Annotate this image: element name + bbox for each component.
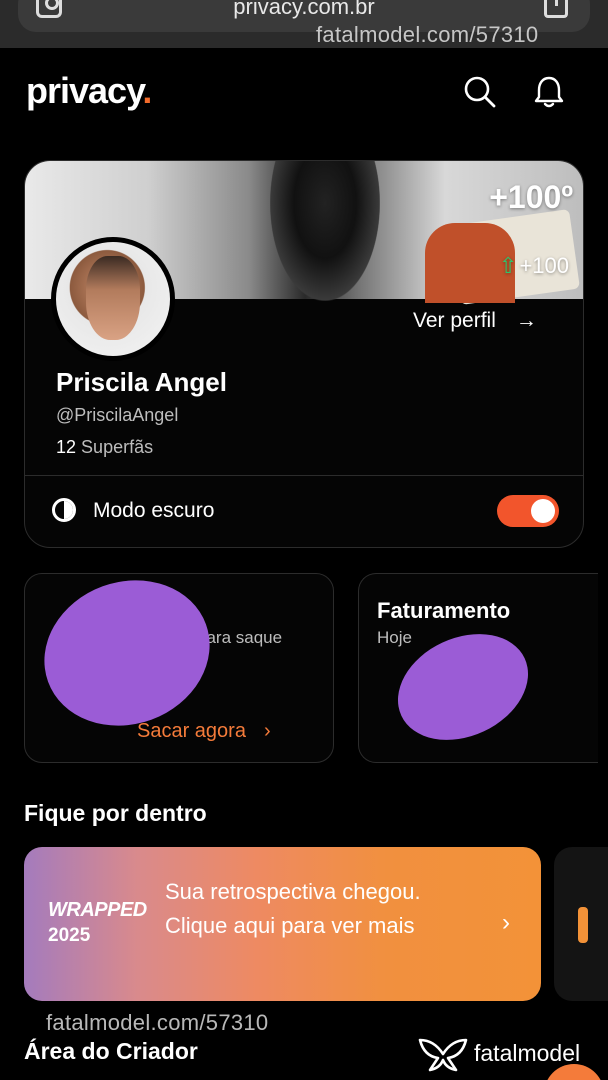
- view-profile-link[interactable]: Ver perfil →: [413, 309, 537, 333]
- chevron-right-icon: ›: [263, 720, 271, 742]
- section-title: Fique por dentro: [24, 800, 207, 826]
- wrapped-logo: WRAPPED: [48, 899, 147, 921]
- revenue-card[interactable]: Faturamento Hoje: [358, 573, 598, 763]
- cover-figure: [270, 161, 380, 301]
- profile-card: +100º ⇧+100 Ver perfil → Priscila Angel @…: [24, 160, 584, 548]
- bell-icon[interactable]: [531, 74, 567, 110]
- creator-area-title: Área do Criador: [24, 1038, 198, 1064]
- share-icon[interactable]: [544, 0, 568, 18]
- privacy-logo[interactable]: privacy.: [26, 70, 152, 112]
- divider: [25, 475, 583, 476]
- profile-name: Priscila Angel: [56, 367, 227, 397]
- revenue-title: Faturamento: [377, 598, 511, 623]
- wrapped-year: 2025: [48, 925, 91, 946]
- cover-badge-small: ⇧+100: [499, 253, 569, 278]
- withdraw-link[interactable]: Sacar agora ›: [137, 720, 271, 743]
- wrapped-banner[interactable]: WRAPPED 2025 Sua retrospectiva chegou. C…: [24, 847, 541, 1001]
- search-icon[interactable]: [462, 74, 498, 110]
- arrow-up-icon: ⇧: [499, 253, 518, 278]
- dark-mode-label: Modo escuro: [93, 499, 215, 522]
- fatalmodel-brand: fatalmodel: [474, 1040, 581, 1066]
- avatar[interactable]: [51, 237, 175, 361]
- arrow-right-icon: →: [515, 309, 537, 332]
- watermark-bottom: fatalmodel.com/57310: [46, 1010, 269, 1035]
- cover-badge-big: +100º: [489, 179, 573, 215]
- balance-card[interactable]: para saque Sacar agora ›: [24, 573, 334, 763]
- fatalmodel-logo-icon: [418, 1038, 468, 1072]
- url-text[interactable]: privacy.com.br: [0, 0, 608, 20]
- watermark-top: fatalmodel.com/57310: [316, 22, 539, 47]
- contrast-icon: [52, 498, 76, 522]
- profile-handle: @PriscilaAngel: [56, 405, 179, 425]
- toggle-knob: [531, 499, 555, 523]
- banner-message: Sua retrospectiva chegou. Clique aqui pa…: [165, 879, 421, 938]
- dark-mode-toggle[interactable]: [497, 495, 559, 527]
- next-banner-peek[interactable]: [554, 847, 608, 1001]
- superfans-count: 12 Superfãs: [56, 437, 154, 457]
- revenue-subtitle: Hoje: [377, 628, 412, 647]
- chevron-right-icon: ›: [502, 909, 510, 936]
